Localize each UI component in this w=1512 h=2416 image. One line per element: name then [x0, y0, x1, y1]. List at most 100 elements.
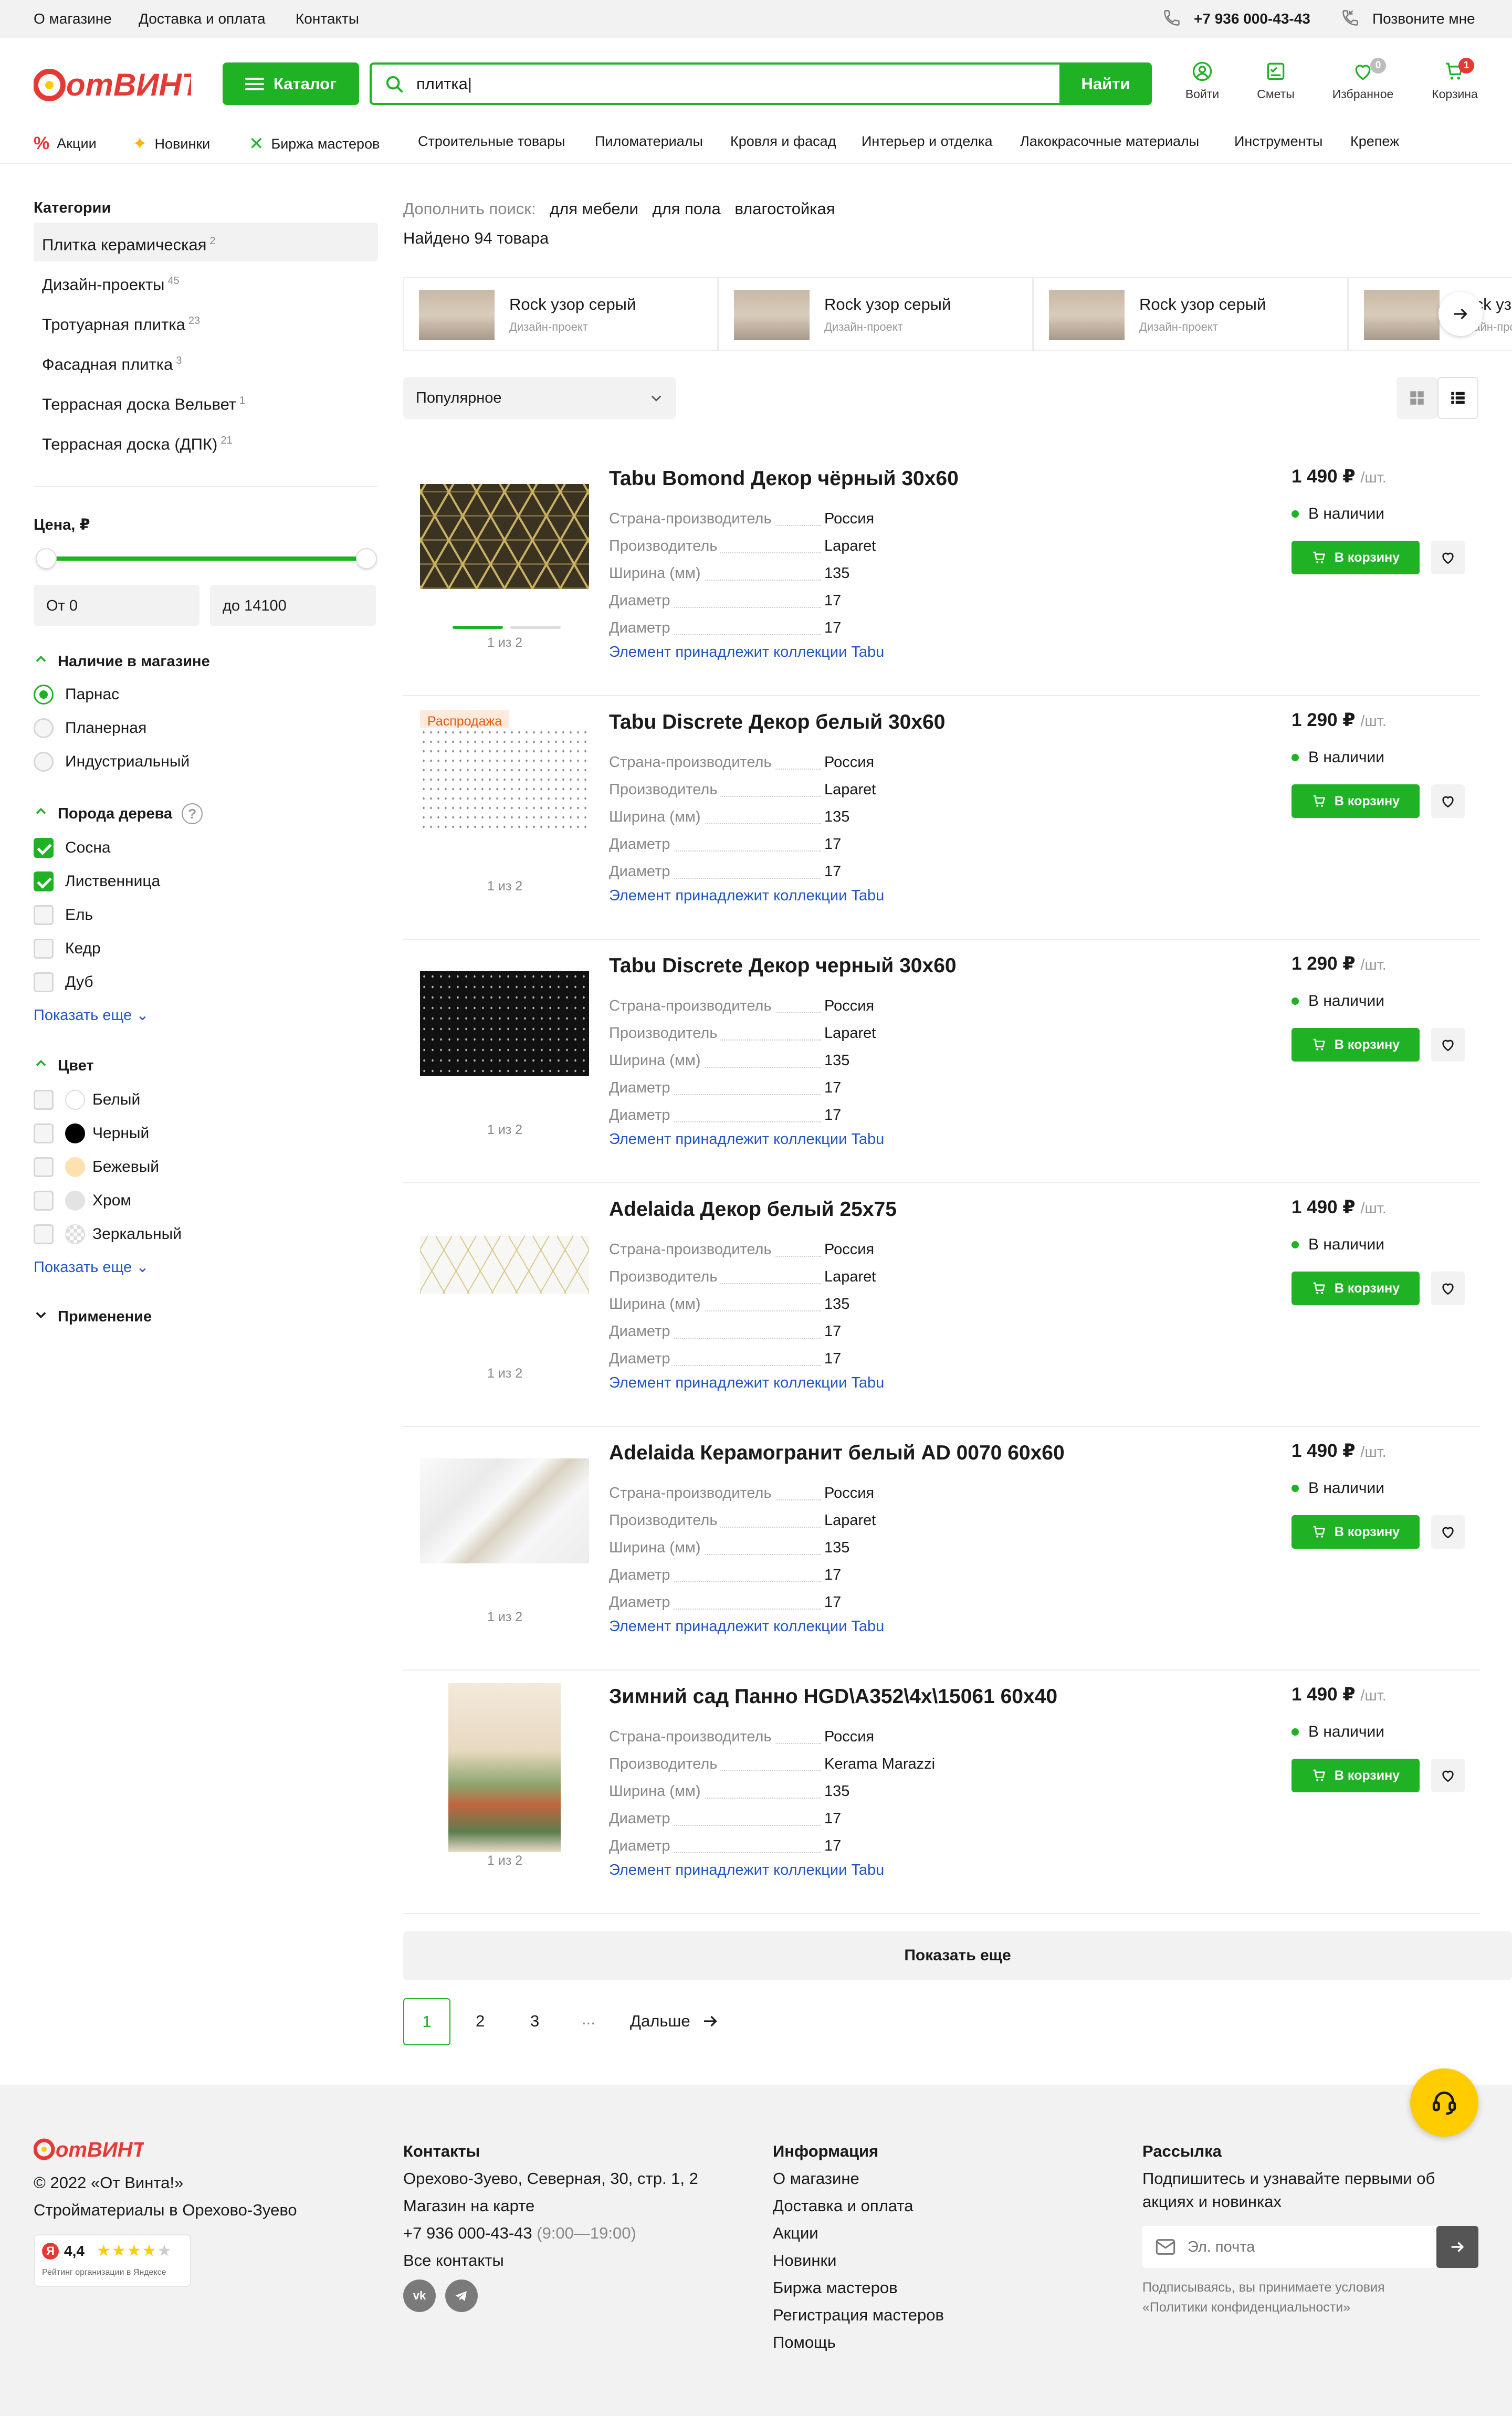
radio[interactable] — [34, 718, 54, 738]
wood-option-spruce[interactable]: Ель — [34, 905, 93, 925]
wood-option-larch[interactable]: Лиственница — [34, 871, 160, 891]
email-input[interactable] — [1188, 2235, 1419, 2259]
checkbox[interactable] — [34, 939, 54, 959]
color-option-chrome[interactable]: Хром — [34, 1191, 131, 1211]
checkbox[interactable] — [34, 838, 54, 858]
catalog-button[interactable]: Каталог — [223, 62, 359, 105]
subscribe-button[interactable] — [1436, 2226, 1478, 2268]
product-image[interactable] — [420, 971, 589, 1076]
category-item-design[interactable]: Дизайн-проекты 45 — [34, 262, 378, 301]
footer-link-masters[interactable]: Биржа мастеров — [773, 2274, 944, 2302]
product-name[interactable]: Adelaida Керамогранит белый AD 0070 60x6… — [609, 1442, 1065, 1465]
collection-link[interactable]: Элемент принадлежит коллекции Tabu — [609, 1131, 884, 1148]
radio[interactable] — [34, 752, 54, 772]
add-to-cart-button[interactable]: В корзину — [1292, 541, 1420, 574]
radio[interactable] — [34, 685, 54, 705]
application-toggle[interactable]: Применение — [34, 1307, 152, 1326]
topbar-link-contacts[interactable]: Контакты — [296, 10, 359, 27]
add-to-favorites-button[interactable] — [1431, 1515, 1465, 1549]
wood-option-pine[interactable]: Сосна — [34, 838, 111, 858]
telegram-icon[interactable] — [445, 2280, 478, 2312]
add-to-favorites-button[interactable] — [1431, 784, 1465, 818]
footer-link-register[interactable]: Регистрация мастеров — [773, 2302, 944, 2329]
collection-link[interactable]: Элемент принадлежит коллекции Tabu — [609, 1618, 884, 1635]
checkbox[interactable] — [34, 1224, 54, 1244]
list-view-button[interactable] — [1437, 377, 1478, 419]
checkbox[interactable] — [34, 905, 54, 925]
design-project-card[interactable]: Rock узор серыйДизайн-проект — [1348, 277, 1512, 351]
pager-dot[interactable] — [453, 626, 503, 629]
category-item-wpc[interactable]: Террасная доска (ДПК) 21 — [34, 422, 378, 461]
footer-link-delivery[interactable]: Доставка и оплата — [773, 2192, 944, 2220]
grid-view-button[interactable] — [1396, 377, 1437, 419]
design-project-card[interactable]: Rock узор серыйДизайн-проект — [718, 277, 1033, 351]
add-to-cart-button[interactable]: В корзину — [1292, 1515, 1420, 1549]
add-to-favorites-button[interactable] — [1431, 1272, 1465, 1305]
footer-link-help[interactable]: Помощь — [773, 2329, 944, 2356]
product-image[interactable] — [420, 1458, 589, 1563]
collection-link[interactable]: Элемент принадлежит коллекции Tabu — [609, 1862, 884, 1879]
add-to-cart-button[interactable]: В корзину — [1292, 784, 1420, 818]
price-to-input[interactable]: до 14100 — [210, 585, 376, 626]
next-page-link[interactable]: Дальше — [630, 2012, 720, 2031]
price-slider-min-handle[interactable] — [36, 548, 57, 569]
product-name[interactable]: Tabu Discrete Декор черный 30x60 — [609, 954, 957, 978]
color-option-mirror[interactable]: Зеркальный — [34, 1224, 182, 1244]
yandex-rating-badge[interactable]: Я 4,4 ★★★★★ Рейтинг организации в Яндекс… — [34, 2234, 191, 2287]
checkbox[interactable] — [34, 1090, 54, 1110]
footer-link-new[interactable]: Новинки — [773, 2247, 944, 2274]
availability-option-planernaya[interactable]: Планерная — [34, 718, 146, 738]
footer-phone[interactable]: +7 936 000-43-43 — [403, 2224, 532, 2242]
color-show-more[interactable]: Показать еще ⌄ — [34, 1258, 149, 1276]
product-image[interactable] — [420, 728, 589, 833]
availability-option-industrial[interactable]: Индустриальный — [34, 752, 190, 772]
add-to-favorites-button[interactable] — [1431, 1028, 1465, 1062]
wood-option-cedar[interactable]: Кедр — [34, 939, 101, 959]
category-item-facade[interactable]: Фасадная плитка 3 — [34, 342, 378, 381]
checkbox[interactable] — [34, 972, 54, 992]
color-option-white[interactable]: Белый — [34, 1090, 140, 1110]
checkbox[interactable] — [34, 871, 54, 891]
add-to-cart-button[interactable]: В корзину — [1292, 1759, 1420, 1792]
add-to-cart-button[interactable]: В корзину — [1292, 1272, 1420, 1305]
design-project-card[interactable]: Rock узор серыйДизайн-проект — [403, 277, 718, 351]
product-name[interactable]: Tabu Bomond Декор чёрный 30x60 — [609, 467, 959, 490]
page-2[interactable]: 2 — [476, 2012, 485, 2031]
checkbox[interactable] — [34, 1123, 54, 1143]
category-item-ceramic[interactable]: Плитка керамическая 2 — [34, 223, 378, 261]
show-more-button[interactable]: Показать еще — [403, 1931, 1512, 1980]
collection-link[interactable]: Элемент принадлежит коллекции Tabu — [609, 644, 884, 661]
all-contacts-link[interactable]: Все контакты — [403, 2247, 698, 2274]
category-item-paving[interactable]: Тротуарная плитка 23 — [34, 302, 378, 341]
category-item-velvet[interactable]: Террасная доска Вельвет 1 — [34, 382, 378, 421]
product-image[interactable] — [420, 484, 589, 589]
add-to-cart-button[interactable]: В корзину — [1292, 1028, 1420, 1062]
logo[interactable]: отВИНТА! — [33, 62, 233, 105]
product-image[interactable] — [420, 1236, 589, 1294]
product-image[interactable] — [448, 1683, 561, 1852]
product-name[interactable]: Tabu Discrete Декор белый 30x60 — [609, 711, 945, 734]
topbar-link-delivery[interactable]: Доставка и оплата — [139, 10, 266, 27]
design-project-card[interactable]: Rock узор серыйДизайн-проект — [1033, 277, 1348, 351]
availability-toggle[interactable]: Наличие в магазине — [34, 652, 210, 671]
add-to-favorites-button[interactable] — [1431, 541, 1465, 574]
availability-option-parnas[interactable]: Парнас — [34, 685, 119, 705]
sort-select[interactable]: Популярное — [403, 377, 676, 419]
image-pager[interactable] — [453, 626, 561, 629]
nav-item-new[interactable]: ✦ Новинки — [132, 133, 210, 154]
nav-item-masters[interactable]: ✕ Биржа мастеров — [249, 133, 380, 154]
checkbox[interactable] — [34, 1191, 54, 1211]
checkbox[interactable] — [34, 1157, 54, 1177]
page-1[interactable]: 1 — [403, 1998, 450, 2045]
topbar-link-about[interactable]: О магазине — [34, 10, 112, 27]
carousel-next-button[interactable] — [1438, 292, 1483, 336]
collection-link[interactable]: Элемент принадлежит коллекции Tabu — [609, 887, 884, 905]
footer-link-about[interactable]: О магазине — [773, 2165, 944, 2192]
privacy-policy-link[interactable]: «Политики конфиденциальности» — [1142, 2297, 1478, 2317]
color-toggle[interactable]: Цвет — [34, 1056, 94, 1075]
price-from-input[interactable]: От 0 — [34, 585, 200, 626]
map-link[interactable]: Магазин на карте — [403, 2192, 698, 2220]
color-option-beige[interactable]: Бежевый — [34, 1157, 159, 1177]
help-icon[interactable]: ? — [182, 803, 203, 824]
product-name[interactable]: Adelaida Декор белый 25x75 — [609, 1198, 897, 1221]
